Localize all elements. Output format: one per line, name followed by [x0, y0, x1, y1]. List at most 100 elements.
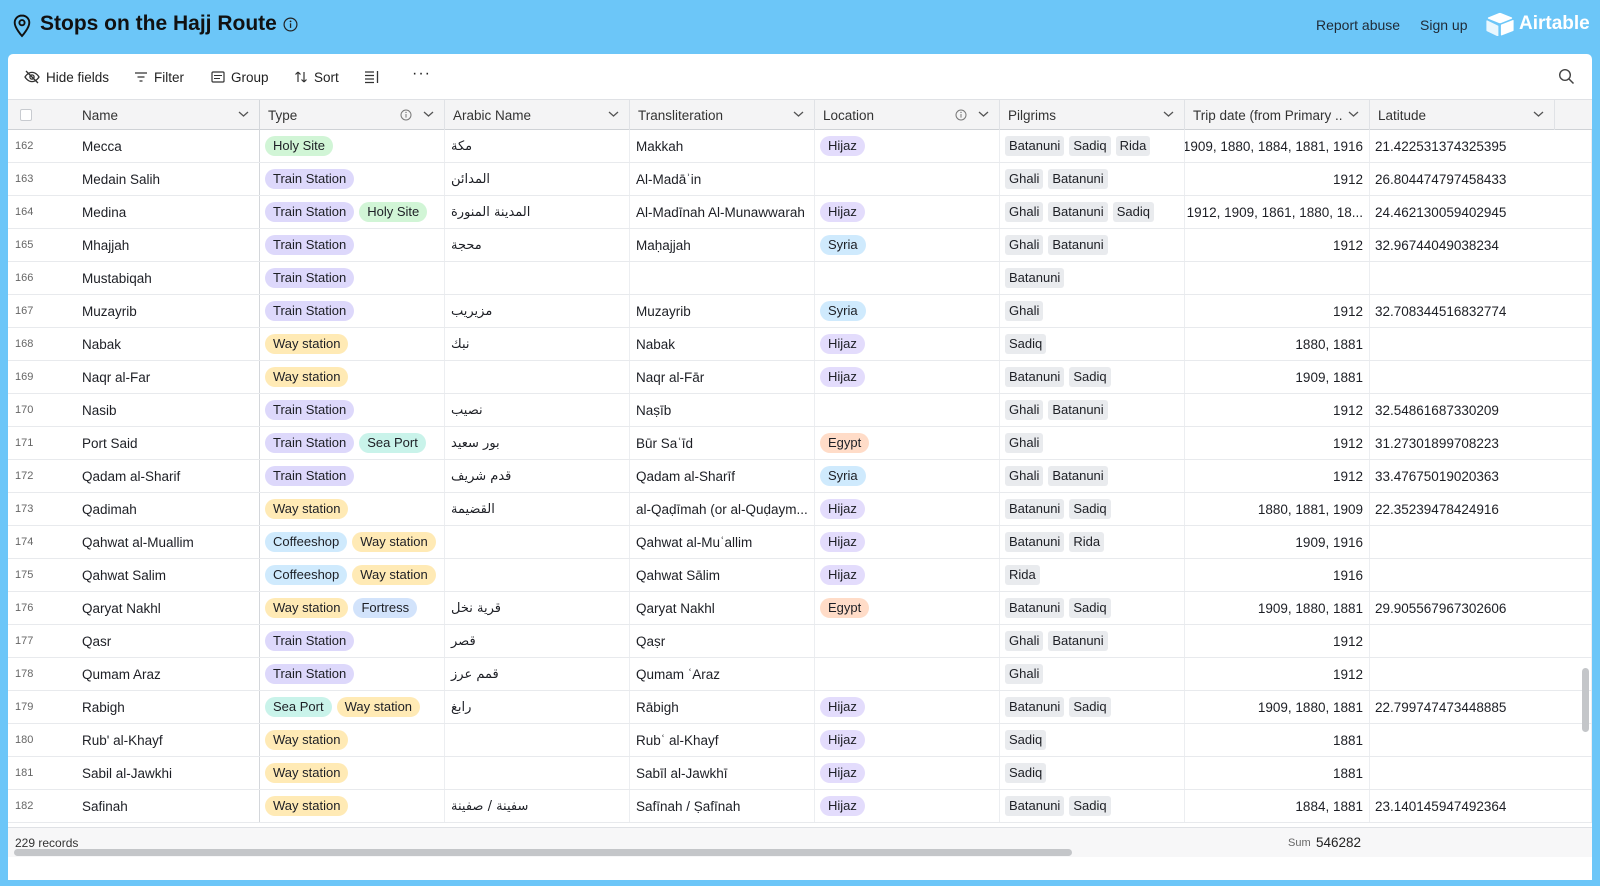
name-cell[interactable]: Qadam al-Sharif	[80, 460, 260, 492]
pilgrims-cell[interactable]: Rida	[1000, 559, 1185, 591]
chevron-down-icon[interactable]	[423, 110, 434, 118]
trip-date-cell[interactable]: 1912, 1909, 1861, 1880, 18...	[1185, 196, 1370, 228]
latitude-cell[interactable]: 22.35239478424916	[1370, 493, 1592, 525]
pilgrims-cell[interactable]: Ghali Batanuni	[1000, 625, 1185, 657]
table-row[interactable]: 168 Nabak Way station نبك Nabak Hijaz Sadiq 188…	[8, 328, 1592, 361]
type-cell[interactable]: Train Station	[260, 295, 445, 327]
location-cell[interactable]: Hijaz	[815, 361, 1000, 393]
arabic-name-cell[interactable]	[445, 262, 630, 294]
name-cell[interactable]: Nabak	[80, 328, 260, 360]
pilgrims-cell[interactable]: Batanuni Sadiq	[1000, 493, 1185, 525]
pilgrims-cell[interactable]: Ghali Batanuni	[1000, 163, 1185, 195]
table-row[interactable]: 179 Rabigh Sea Port Way station رابغ Rābigh Hi…	[8, 691, 1592, 724]
trip-date-cell[interactable]: 1912	[1185, 229, 1370, 261]
table-row[interactable]: 164 Medina Train Station Holy Site المدينة ا…	[8, 196, 1592, 229]
name-cell[interactable]: Naqr al-Far	[80, 361, 260, 393]
trip-date-cell[interactable]: 1909, 1880, 1881	[1185, 592, 1370, 624]
pilgrims-cell[interactable]: Batanuni	[1000, 262, 1185, 294]
transliteration-cell[interactable]: Muzayrib	[630, 295, 815, 327]
pilgrims-cell[interactable]: Batanuni Sadiq	[1000, 361, 1185, 393]
arabic-name-cell[interactable]: قرية نخل	[445, 592, 630, 624]
location-cell[interactable]: Syria	[815, 295, 1000, 327]
name-cell[interactable]: Qadimah	[80, 493, 260, 525]
table-row[interactable]: 170 Nasib Train Station نصيب Naṣīb Ghali Batan…	[8, 394, 1592, 427]
transliteration-cell[interactable]: Maḥajjah	[630, 229, 815, 261]
transliteration-cell[interactable]: Safīnah / Ṣafīnah	[630, 790, 815, 822]
location-cell[interactable]	[815, 163, 1000, 195]
arabic-name-cell[interactable]	[445, 361, 630, 393]
latitude-cell[interactable]: 23.140145947492364	[1370, 790, 1592, 822]
type-cell[interactable]: Train Station	[260, 394, 445, 426]
arabic-name-cell[interactable]: قصر	[445, 625, 630, 657]
type-cell[interactable]: Coffeeshop Way station	[260, 526, 445, 558]
location-cell[interactable]: Hijaz	[815, 691, 1000, 723]
type-cell[interactable]: Way station	[260, 328, 445, 360]
latitude-cell[interactable]	[1370, 361, 1592, 393]
name-cell[interactable]: Mustabiqah	[80, 262, 260, 294]
name-cell[interactable]: Qumam Araz	[80, 658, 260, 690]
pilgrims-cell[interactable]: Ghali Batanuni	[1000, 394, 1185, 426]
transliteration-cell[interactable]: Al-Madīnah Al-Munawwarah	[630, 196, 815, 228]
sign-up-link[interactable]: Sign up	[1420, 17, 1467, 33]
transliteration-cell[interactable]	[630, 262, 815, 294]
filter-button[interactable]: Filter	[134, 67, 184, 87]
type-cell[interactable]: Holy Site	[260, 130, 445, 162]
pilgrims-cell[interactable]: Batanuni Sadiq	[1000, 790, 1185, 822]
latitude-cell[interactable]	[1370, 262, 1592, 294]
trip-date-cell[interactable]: 1912	[1185, 625, 1370, 657]
info-icon[interactable]	[955, 109, 967, 121]
name-cell[interactable]: Mecca	[80, 130, 260, 162]
trip-date-cell[interactable]: 1909, 1880, 1884, 1881, 1916	[1185, 130, 1370, 162]
location-cell[interactable]: Hijaz	[815, 724, 1000, 756]
airtable-logo[interactable]: Airtable	[1486, 12, 1590, 36]
column-header-trip-date[interactable]: Trip date (from Primary ...	[1185, 100, 1370, 130]
select-all-checkbox[interactable]	[20, 109, 32, 121]
pilgrims-cell[interactable]: Ghali	[1000, 658, 1185, 690]
trip-date-cell[interactable]: 1881	[1185, 724, 1370, 756]
transliteration-cell[interactable]: Qaṣr	[630, 625, 815, 657]
arabic-name-cell[interactable]: القضيمة	[445, 493, 630, 525]
trip-date-cell[interactable]: 1912	[1185, 658, 1370, 690]
row-height-button[interactable]	[364, 67, 380, 87]
column-header-arabic-name[interactable]: Arabic Name	[445, 100, 630, 130]
latitude-cell[interactable]	[1370, 328, 1592, 360]
location-cell[interactable]: Egypt	[815, 427, 1000, 459]
transliteration-cell[interactable]: Qaryat Nakhl	[630, 592, 815, 624]
table-row[interactable]: 176 Qaryat Nakhl Way station Fortress قرية ن…	[8, 592, 1592, 625]
type-cell[interactable]: Train Station	[260, 229, 445, 261]
type-cell[interactable]: Train Station	[260, 460, 445, 492]
type-cell[interactable]: Train Station Sea Port	[260, 427, 445, 459]
latitude-cell[interactable]: 33.47675019020363	[1370, 460, 1592, 492]
location-cell[interactable]: Hijaz	[815, 526, 1000, 558]
pilgrims-cell[interactable]: Batanuni Sadiq	[1000, 592, 1185, 624]
transliteration-cell[interactable]: Rubʿ al-Khayf	[630, 724, 815, 756]
select-all-cell[interactable]	[8, 100, 80, 130]
transliteration-cell[interactable]: Rābigh	[630, 691, 815, 723]
location-cell[interactable]: Syria	[815, 229, 1000, 261]
name-cell[interactable]: Qahwat al-Muallim	[80, 526, 260, 558]
location-cell[interactable]	[815, 625, 1000, 657]
location-cell[interactable]: Hijaz	[815, 559, 1000, 591]
latitude-cell[interactable]: 22.799747473448885	[1370, 691, 1592, 723]
table-row[interactable]: 181 Sabil al-Jawkhi Way station Sabīl al-Ja…	[8, 757, 1592, 790]
horizontal-scrollbar[interactable]	[14, 849, 1072, 856]
transliteration-cell[interactable]: Sabīl al-Jawkhī	[630, 757, 815, 789]
table-row[interactable]: 169 Naqr al-Far Way station Naqr al-Fār Hija…	[8, 361, 1592, 394]
name-cell[interactable]: Medina	[80, 196, 260, 228]
trip-date-cell[interactable]: 1909, 1881	[1185, 361, 1370, 393]
column-header-pilgrims[interactable]: Pilgrims	[1000, 100, 1185, 130]
arabic-name-cell[interactable]: مكة	[445, 130, 630, 162]
table-row[interactable]: 173 Qadimah Way station القضيمة al-Qaḍīmah (…	[8, 493, 1592, 526]
location-cell[interactable]	[815, 394, 1000, 426]
pilgrims-cell[interactable]: Ghali Batanuni	[1000, 460, 1185, 492]
name-cell[interactable]: Qaryat Nakhl	[80, 592, 260, 624]
info-icon[interactable]	[283, 17, 298, 32]
name-cell[interactable]: Qasr	[80, 625, 260, 657]
name-cell[interactable]: Mhajjah	[80, 229, 260, 261]
arabic-name-cell[interactable]: المدينة المنورة	[445, 196, 630, 228]
name-cell[interactable]: Medain Salih	[80, 163, 260, 195]
trip-date-cell[interactable]: 1916	[1185, 559, 1370, 591]
table-row[interactable]: 180 Rub' al-Khayf Way station Rubʿ al-Khayf…	[8, 724, 1592, 757]
name-cell[interactable]: Nasib	[80, 394, 260, 426]
report-abuse-link[interactable]: Report abuse	[1316, 17, 1400, 33]
